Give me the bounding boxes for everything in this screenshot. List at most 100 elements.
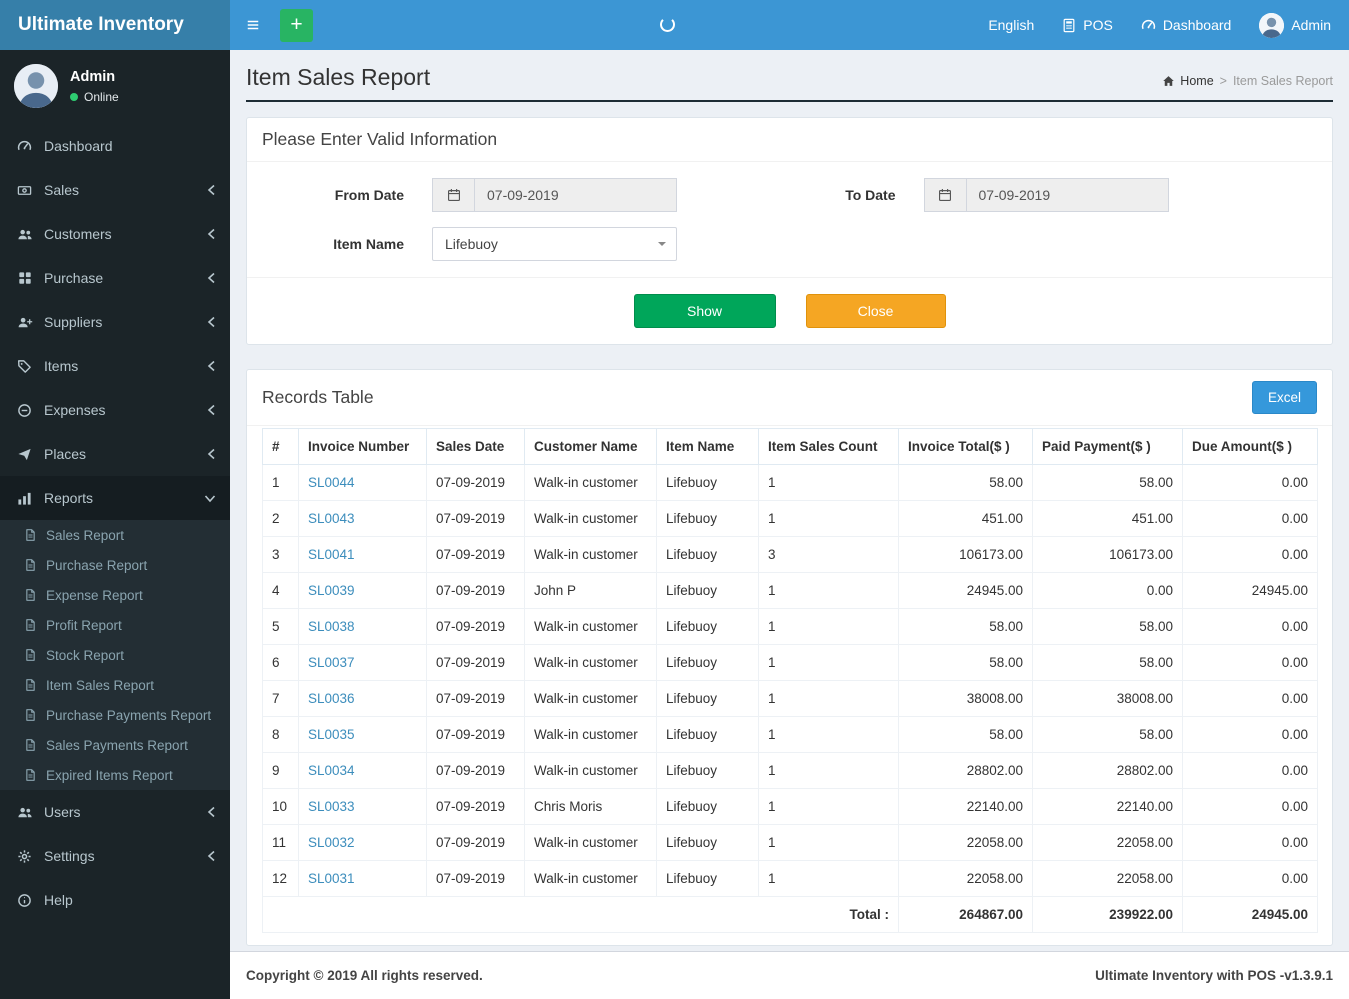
breadcrumb-home[interactable]: Home: [1162, 74, 1214, 88]
table-row: 3 SL0041 07-09-2019 Walk-in customer Lif…: [262, 536, 1318, 573]
item-sales-count: 1: [758, 752, 899, 789]
nav-language[interactable]: English: [974, 0, 1048, 50]
add-button[interactable]: +: [280, 8, 313, 42]
brand-logo[interactable]: Ultimate Inventory: [0, 0, 230, 50]
invoice-total: 106173.00: [898, 536, 1033, 573]
item-name: Lifebuoy: [656, 608, 759, 645]
item-name: Lifebuoy: [656, 644, 759, 681]
column-header: Sales Date: [426, 428, 525, 465]
sidebar-item-help[interactable]: Help: [0, 878, 230, 922]
total-paid: 239922.00: [1032, 896, 1183, 933]
sidebar-subitem-sales-payments-report[interactable]: Sales Payments Report: [0, 730, 230, 760]
item-name: Lifebuoy: [656, 680, 759, 717]
item-name: Lifebuoy: [656, 572, 759, 609]
invoice-link[interactable]: SL0041: [308, 547, 355, 562]
sidebar-subitem-expired-items-report[interactable]: Expired Items Report: [0, 760, 230, 790]
sales-date: 07-09-2019: [426, 644, 525, 681]
sidebar-item-places[interactable]: Places: [0, 432, 230, 476]
sales-date: 07-09-2019: [426, 788, 525, 825]
page-title: Item Sales Report: [246, 64, 431, 90]
sidebar-item-customers[interactable]: Customers: [0, 212, 230, 256]
tag-icon: [16, 359, 33, 374]
sales-date: 07-09-2019: [426, 680, 525, 717]
sidebar-subitem-sales-report[interactable]: Sales Report: [0, 520, 230, 550]
nav-pos[interactable]: POS: [1048, 0, 1127, 50]
item-sales-count: 1: [758, 572, 899, 609]
nav-user-menu[interactable]: Admin: [1245, 0, 1349, 50]
from-date-input[interactable]: [474, 178, 677, 212]
sidebar-item-reports[interactable]: Reports: [0, 476, 230, 520]
invoice-link[interactable]: SL0036: [308, 691, 355, 706]
item-name-row: Item Name Lifebuoy: [262, 227, 790, 261]
customer-name: Walk-in customer: [524, 716, 657, 753]
customer-name: Walk-in customer: [524, 644, 657, 681]
hamburger-icon: [245, 18, 261, 32]
due-amount: 0.00: [1182, 536, 1318, 573]
invoice-link[interactable]: SL0038: [308, 619, 355, 634]
invoice-link[interactable]: SL0034: [308, 763, 355, 778]
item-name-select[interactable]: Lifebuoy: [432, 227, 677, 261]
sidebar-subitem-item-sales-report[interactable]: Item Sales Report: [0, 670, 230, 700]
table-total-row: Total : 264867.00 239922.00 24945.00: [262, 896, 1318, 933]
paid-payment: 22058.00: [1032, 860, 1183, 897]
info-icon: [16, 893, 33, 908]
navbar-links: English POS Dashboard Admin: [974, 0, 1349, 50]
table-row: 4 SL0039 07-09-2019 John P Lifebuoy 1 24…: [262, 572, 1318, 609]
invoice-link[interactable]: SL0032: [308, 835, 355, 850]
top-navbar: Ultimate Inventory + English POS Dashboa…: [0, 0, 1349, 50]
sidebar-subitem-purchase-report[interactable]: Purchase Report: [0, 550, 230, 580]
nav-dashboard[interactable]: Dashboard: [1127, 0, 1246, 50]
sidebar-item-dashboard[interactable]: Dashboard: [0, 124, 230, 168]
excel-export-button[interactable]: Excel: [1251, 381, 1317, 414]
show-button[interactable]: Show: [633, 294, 776, 328]
header-divider: [246, 100, 1333, 102]
dashboard-icon: [16, 139, 33, 154]
invoice-link[interactable]: SL0037: [308, 655, 355, 670]
invoice-link[interactable]: SL0033: [308, 799, 355, 814]
user-avatar: [14, 64, 58, 108]
paid-payment: 22140.00: [1032, 788, 1183, 825]
sidebar-subitem-purchase-payments-report[interactable]: Purchase Payments Report: [0, 700, 230, 730]
sidebar-item-items[interactable]: Items: [0, 344, 230, 388]
sales-date: 07-09-2019: [426, 500, 525, 537]
row-number: 7: [262, 680, 299, 717]
close-button[interactable]: Close: [805, 294, 946, 328]
sidebar-item-suppliers[interactable]: Suppliers: [0, 300, 230, 344]
records-box: Records Table Excel # Invoice Number Sales…: [246, 369, 1333, 946]
table-row: 8 SL0035 07-09-2019 Walk-in customer Lif…: [262, 716, 1318, 753]
sidebar-user-status[interactable]: Online: [70, 90, 119, 104]
invoice-total: 22140.00: [898, 788, 1033, 825]
to-date-input[interactable]: [965, 178, 1169, 212]
invoice-total: 58.00: [898, 464, 1033, 501]
row-number: 5: [262, 608, 299, 645]
content: Item Sales Report Home > Item Sales Repo…: [230, 50, 1349, 951]
invoice-link[interactable]: SL0043: [308, 511, 355, 526]
sidebar-subitem-profit-report[interactable]: Profit Report: [0, 610, 230, 640]
gear-icon: [16, 849, 33, 864]
file-icon: [23, 588, 37, 602]
invoice-link[interactable]: SL0039: [308, 583, 355, 598]
invoice-link[interactable]: SL0035: [308, 727, 355, 742]
chevron-down-icon: [204, 494, 216, 503]
from-date-label: From Date: [334, 187, 404, 203]
sidebar-subitem-expense-report[interactable]: Expense Report: [0, 580, 230, 610]
paid-payment: 451.00: [1032, 500, 1183, 537]
customer-name: Walk-in customer: [524, 464, 657, 501]
invoice-link[interactable]: SL0031: [308, 871, 355, 886]
sidebar-item-sales[interactable]: Sales: [0, 168, 230, 212]
minus-circle-icon: [16, 403, 33, 418]
calendar-icon: [432, 178, 474, 212]
customer-name: Walk-in customer: [524, 824, 657, 861]
total-invoice: 264867.00: [898, 896, 1033, 933]
invoice-link[interactable]: SL0044: [308, 475, 355, 490]
sidebar-subitem-stock-report[interactable]: Stock Report: [0, 640, 230, 670]
sidebar-item-expenses[interactable]: Expenses: [0, 388, 230, 432]
home-icon: [1162, 75, 1175, 87]
sidebar-item-purchase[interactable]: Purchase: [0, 256, 230, 300]
sidebar-item-settings[interactable]: Settings: [0, 834, 230, 878]
item-name-label: Item Name: [333, 236, 404, 252]
invoice-total: 22058.00: [898, 860, 1033, 897]
column-header: Invoice Total($ ): [898, 428, 1033, 465]
sidebar-toggle-button[interactable]: [230, 0, 276, 50]
sidebar-item-users[interactable]: Users: [0, 790, 230, 834]
